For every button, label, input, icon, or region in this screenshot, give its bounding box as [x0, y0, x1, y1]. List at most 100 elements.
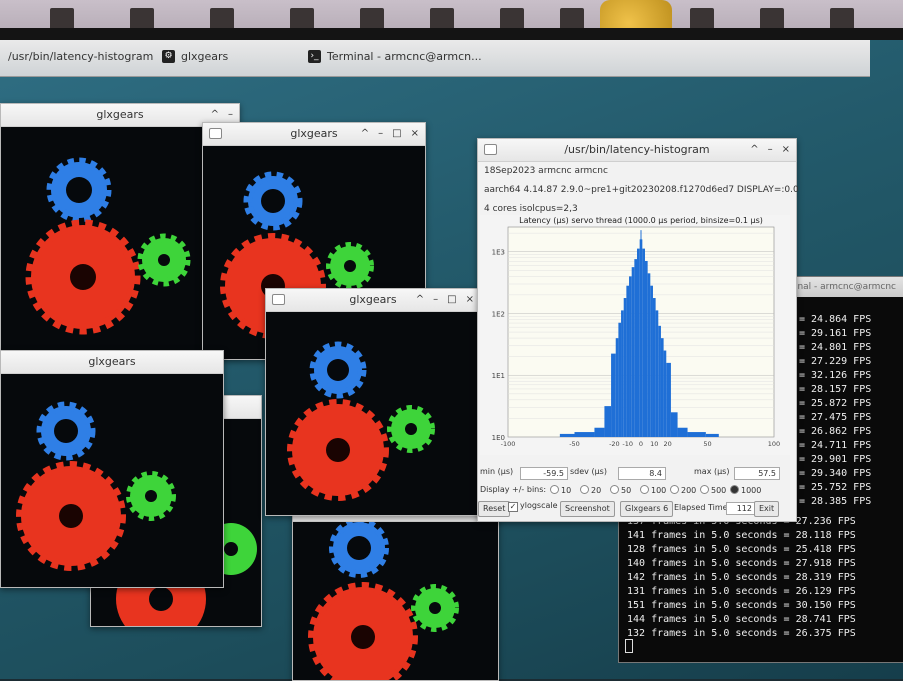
- max-label: max (µs): [694, 467, 730, 476]
- ylogscale-label: ylogscale: [520, 501, 558, 510]
- minimize-icon[interactable]: –: [433, 289, 438, 311]
- terminal-line: = 24.801 FPS: [799, 342, 872, 353]
- x-tick-label: 10: [650, 440, 658, 448]
- terminal-line: = 27.229 FPS: [799, 356, 872, 367]
- exit-button[interactable]: Exit: [754, 501, 780, 517]
- taskbar-item-glxgears[interactable]: ⚙ glxgears: [162, 50, 228, 63]
- close-icon[interactable]: ×: [411, 123, 419, 145]
- taskbar-item-label: glxgears: [181, 50, 229, 63]
- close-icon[interactable]: ×: [782, 139, 790, 161]
- histogram-bar: [687, 432, 706, 437]
- bin-option-1000[interactable]: 1000: [730, 485, 761, 495]
- window-menu-icon[interactable]: [484, 144, 497, 155]
- bin-option-label: 20: [591, 486, 602, 495]
- x-tick-label: -100: [501, 440, 516, 448]
- close-icon[interactable]: ×: [466, 289, 474, 311]
- latency-histogram-window[interactable]: /usr/bin/latency-histogram ^ – × 18Sep20…: [477, 138, 799, 522]
- bin-option-10[interactable]: 10: [550, 485, 571, 495]
- histogram-bar: [559, 433, 575, 437]
- window-controls: ^ – □ ×: [361, 123, 419, 145]
- reset-button[interactable]: Reset: [478, 501, 511, 517]
- window-titlebar[interactable]: glxgears ^ – □ ×: [203, 123, 425, 146]
- bin-option-20[interactable]: 20: [580, 485, 601, 495]
- terminal-line: 151 frames in 5.0 seconds = 30.150 FPS: [627, 600, 856, 611]
- shade-icon[interactable]: ^: [361, 123, 369, 145]
- minimize-icon[interactable]: –: [768, 139, 773, 161]
- bin-option-label: 1000: [741, 486, 762, 495]
- terminal-line: = 24.864 FPS: [799, 314, 872, 325]
- info-system: aarch64 4.14.87 2.9.0~pre1+git20230208.f…: [484, 185, 799, 195]
- bin-option-50[interactable]: 50: [610, 485, 631, 495]
- terminal-line: = 26.862 FPS: [799, 426, 872, 437]
- gears-canvas: [293, 522, 498, 680]
- x-tick-label: 100: [768, 440, 780, 448]
- sdev-value: 8.4: [618, 467, 666, 480]
- shade-icon[interactable]: ^: [750, 139, 758, 161]
- histogram-bar: [629, 276, 632, 437]
- ylogscale-checkbox[interactable]: ✓ ylogscale: [508, 501, 558, 512]
- window-titlebar[interactable]: glxgears ^ – □ ×: [266, 289, 480, 312]
- shade-icon[interactable]: ^: [416, 289, 424, 311]
- gears-svg: [287, 341, 435, 501]
- glxgears-button[interactable]: Glxgears 6: [620, 501, 674, 517]
- terminal-line: = 27.475 FPS: [799, 412, 872, 423]
- screenshot-button[interactable]: Screenshot: [560, 501, 615, 517]
- bin-option-100[interactable]: 100: [640, 485, 666, 495]
- terminal-line: 141 frames in 5.0 seconds = 28.118 FPS: [627, 530, 856, 541]
- terminal-output-partial: = 24.864 FPS = 29.161 FPS = 24.801 FPS =…: [795, 313, 871, 509]
- window-menu-icon[interactable]: [272, 294, 285, 305]
- wall-square: [760, 8, 784, 30]
- terminal-line: 128 frames in 5.0 seconds = 25.418 FPS: [627, 544, 856, 555]
- minimize-icon[interactable]: –: [378, 123, 383, 145]
- maximize-icon[interactable]: □: [447, 289, 456, 311]
- wall-square: [690, 8, 714, 30]
- bin-option-500[interactable]: 500: [700, 485, 726, 495]
- bin-option-label: 10: [561, 486, 572, 495]
- y-tick-label: 1E3: [492, 249, 505, 257]
- red-gear-icon: [25, 219, 141, 335]
- histogram-bar: [626, 285, 630, 437]
- histogram-bar: [611, 353, 616, 437]
- x-tick-label: 50: [703, 440, 711, 448]
- wall-square: [360, 8, 384, 30]
- green-gear-icon: [411, 584, 459, 632]
- radio-icon: [730, 485, 739, 494]
- terminal-line: 142 frames in 5.0 seconds = 28.319 FPS: [627, 572, 856, 583]
- elapsed-value: 112: [726, 502, 756, 515]
- histogram-bar: [670, 412, 678, 437]
- gears-canvas: [266, 312, 480, 515]
- terminal-line: 144 frames in 5.0 seconds = 28.741 FPS: [627, 614, 856, 625]
- bin-option-label: 50: [621, 486, 632, 495]
- histogram-bar: [637, 248, 640, 437]
- wall-square: [430, 8, 454, 30]
- window-titlebar[interactable]: /usr/bin/latency-histogram ^ – ×: [478, 139, 796, 162]
- gears-svg: [16, 401, 176, 571]
- taskbar-item-latency[interactable]: /usr/bin/latency-histogram: [8, 50, 153, 63]
- terminal-output: 137 frames in 5.0 seconds = 27.236 FPS 1…: [623, 515, 856, 641]
- wall-square: [500, 8, 524, 30]
- histogram-bar: [642, 248, 645, 437]
- red-gear-icon: [308, 582, 418, 680]
- taskbar-item-terminal[interactable]: ›_ Terminal - armcnc@armcn...: [308, 50, 482, 63]
- terminal-line: 131 frames in 5.0 seconds = 26.129 FPS: [627, 586, 856, 597]
- window-menu-icon[interactable]: [209, 128, 222, 139]
- taskbar-item-label: Terminal - armcnc@armcn...: [327, 50, 482, 63]
- x-tick-label: -10: [622, 440, 633, 448]
- window-titlebar[interactable]: glxgears: [1, 351, 223, 374]
- bin-option-label: 200: [681, 486, 697, 495]
- wall-square: [50, 8, 74, 30]
- wall-square: [210, 8, 234, 30]
- blue-gear-icon: [309, 341, 367, 399]
- glxgears-window[interactable]: glxgears: [292, 498, 499, 681]
- histogram-bar: [660, 338, 664, 437]
- histogram-bar: [623, 298, 627, 437]
- maximize-icon[interactable]: □: [392, 123, 401, 145]
- terminal-line: = 29.161 FPS: [799, 328, 872, 339]
- radio-icon: [550, 485, 559, 494]
- green-gear-icon: [137, 233, 191, 287]
- glxgears-window[interactable]: glxgears: [0, 350, 224, 588]
- bin-option-200[interactable]: 200: [670, 485, 696, 495]
- elapsed-label: Elapsed Time:: [674, 503, 731, 512]
- terminal-cursor: [625, 639, 633, 653]
- glxgears-window[interactable]: glxgears ^ – □ ×: [265, 288, 481, 516]
